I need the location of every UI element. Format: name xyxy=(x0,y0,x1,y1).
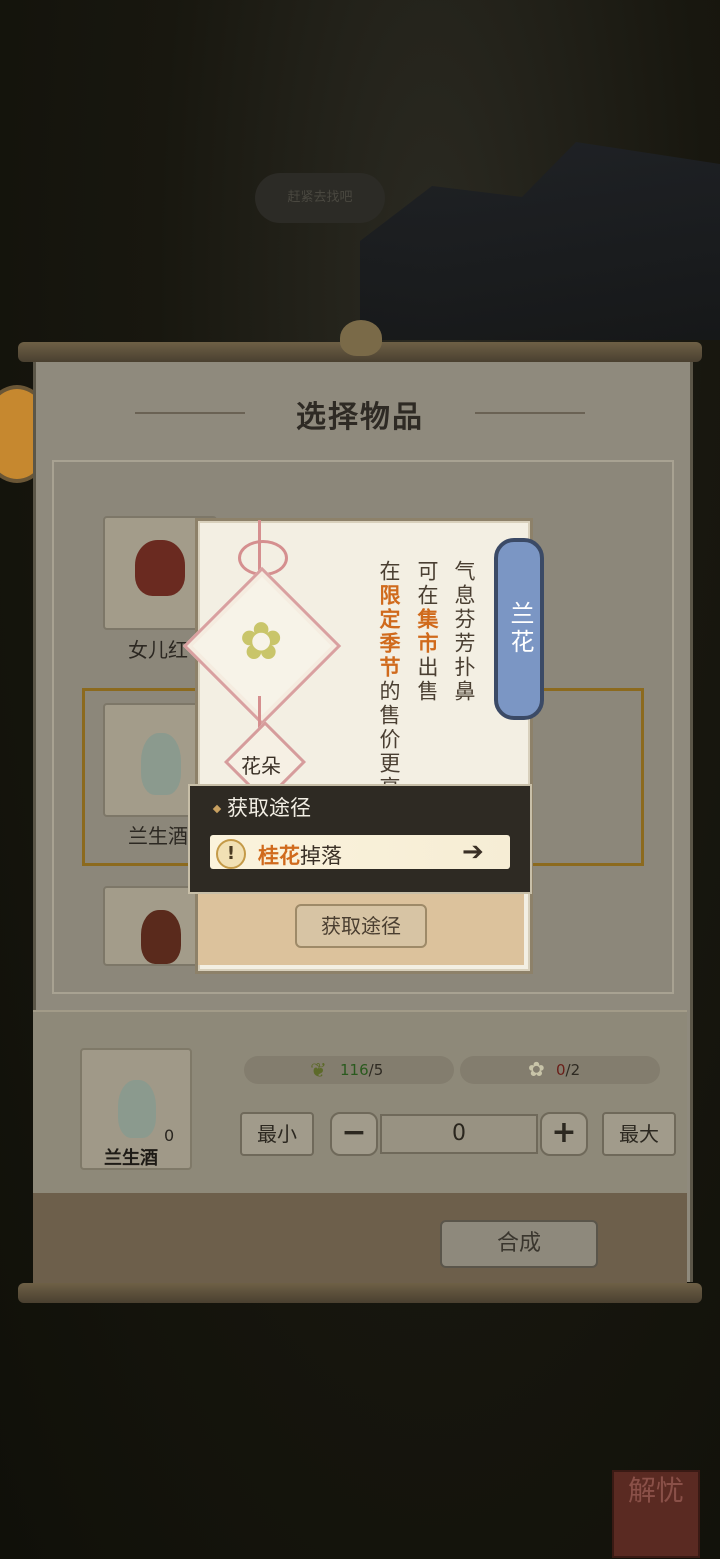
wine-jar-icon xyxy=(135,540,185,596)
desc-line-2-b: 出售 xyxy=(415,656,439,704)
item-name-tab: 兰花 xyxy=(494,538,544,720)
desc-line-2-a: 可在 xyxy=(415,560,439,608)
material-2-count: 0/2 xyxy=(556,1061,580,1079)
desc-line-1: 气息芬芳扑鼻 xyxy=(452,560,476,704)
source-row-label: 桂花掉落 xyxy=(258,840,342,870)
source-text: 掉落 xyxy=(300,844,342,868)
scroll-rod-bottom xyxy=(18,1283,702,1303)
speech-bubble: 赶紧去找吧 xyxy=(255,173,385,223)
arrow-right-icon[interactable]: ➔ xyxy=(462,838,484,866)
list-item-label: 女儿红 xyxy=(128,638,188,662)
wine-bottle-icon xyxy=(141,733,181,795)
list-item-label: 兰生酒 xyxy=(128,824,188,848)
craft-target-count: 0 xyxy=(164,1126,175,1145)
item-category: 花朵 xyxy=(241,754,281,778)
material-2-have: 0 xyxy=(556,1061,566,1079)
source-highlight: 桂花 xyxy=(258,844,300,868)
max-button[interactable]: 最大 xyxy=(602,1112,676,1156)
wine-bottle-icon xyxy=(118,1080,156,1138)
rice-icon: ❦ xyxy=(310,1058,327,1082)
orchid-icon: ✿ xyxy=(528,1057,545,1081)
plus-button[interactable]: + xyxy=(540,1112,588,1156)
material-1-need: /5 xyxy=(368,1061,384,1079)
synthesize-button[interactable]: 合成 xyxy=(440,1220,598,1268)
panel-title: 选择物品 xyxy=(296,400,424,435)
orchid-flower-icon: ✿ xyxy=(239,612,283,672)
wine-vase-icon xyxy=(141,910,181,964)
material-1-have: 116 xyxy=(340,1061,369,1079)
tooltip-title: 获取途径 xyxy=(227,796,311,820)
material-1-count: 116/5 xyxy=(340,1061,383,1079)
knot-ornament-icon xyxy=(340,320,382,356)
craft-target-name: 兰生酒 xyxy=(104,1148,158,1169)
material-2-need: /2 xyxy=(565,1061,581,1079)
min-button[interactable]: 最小 xyxy=(240,1112,314,1156)
desc-line-3-a: 在 xyxy=(377,560,401,584)
corner-stamp[interactable]: 解忧 xyxy=(612,1470,700,1558)
desc-season-highlight: 限定季节 xyxy=(377,584,401,680)
desc-line-2: 可在集市出售 xyxy=(414,560,440,704)
exclamation-icon: ! xyxy=(216,839,246,869)
quantity-field[interactable]: 0 xyxy=(380,1114,538,1154)
desc-line-3: 在限定季节的售价更高 xyxy=(376,560,402,800)
desc-line-3-b: 的售价更高 xyxy=(377,680,401,800)
desc-market-highlight: 集市 xyxy=(415,608,439,656)
source-button[interactable]: 获取途径 xyxy=(295,904,427,948)
minus-button[interactable]: − xyxy=(330,1112,378,1156)
